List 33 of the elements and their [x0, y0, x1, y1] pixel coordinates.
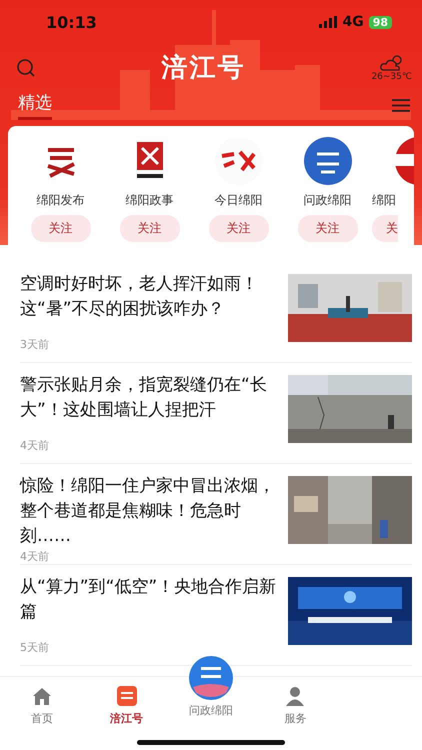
account-name: 问政绵阳	[304, 192, 352, 209]
follow-button[interactable]: 关注	[208, 215, 268, 242]
nav-tab[interactable]: 问政绵阳	[168, 655, 254, 718]
temperature-label: 26~35℃	[371, 72, 412, 82]
account-name: 绵阳政事	[126, 192, 174, 209]
nav-tab[interactable]: 服务	[253, 677, 338, 726]
article-title[interactable]: 从“算力”到“低空”！央地合作启新篇	[20, 575, 278, 625]
follow-button[interactable]: 关注	[298, 215, 358, 242]
follow-button[interactable]: 关	[372, 215, 398, 242]
signal-icon	[319, 16, 338, 28]
article-time: 3天前	[20, 337, 50, 352]
menu-icon[interactable]	[392, 98, 410, 113]
follow-button[interactable]: 关注	[120, 215, 180, 242]
channel-tab[interactable]: 精选	[18, 91, 52, 120]
article-title[interactable]: 空调时好时坏，老人挥汗如雨！这“暑”不尽的困扰该咋办？	[20, 272, 278, 322]
article-time: 4天前	[20, 549, 50, 564]
nav-tab[interactable]: 涪江号	[84, 677, 169, 726]
nav-tab[interactable]: 首页	[0, 677, 84, 726]
app-title: 涪江号	[162, 52, 246, 85]
network-label: 4G	[342, 14, 364, 30]
article-time: 5天前	[20, 640, 50, 655]
list-icon	[116, 685, 138, 707]
account-name: 绵阳	[372, 192, 396, 209]
account-name: 绵阳发布	[36, 192, 84, 209]
home-icon	[31, 685, 54, 707]
account-name: 今日绵阳	[214, 192, 262, 209]
article-title[interactable]: 惊险！绵阳一住户家中冒出浓烟，整个巷道都是焦糊味！危急时刻……	[20, 474, 278, 549]
article-title[interactable]: 警示张贴月余，指宽裂缝仍在“长大”！这处围墙让人捏把汗	[20, 373, 278, 423]
search-icon[interactable]	[16, 58, 36, 78]
status-time: 10:13	[46, 12, 97, 32]
article-time: 4天前	[20, 438, 50, 453]
person-icon	[284, 685, 306, 707]
follow-button[interactable]: 关注	[30, 215, 90, 242]
